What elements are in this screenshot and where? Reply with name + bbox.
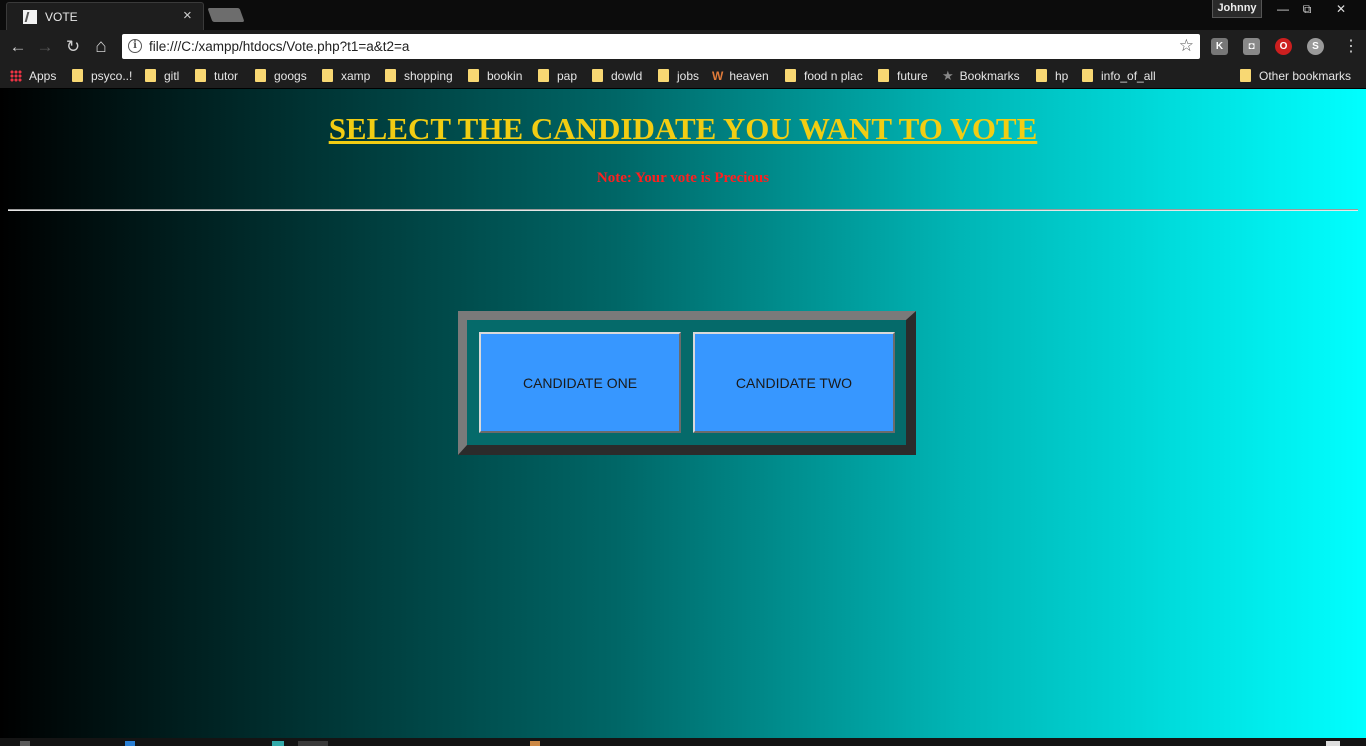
minimize-button[interactable]: — — [1270, 0, 1296, 18]
tab-close-icon[interactable]: × — [183, 7, 192, 25]
bookmark-label: dowld — [611, 69, 643, 83]
menu-icon[interactable]: ⋮ — [1340, 36, 1362, 58]
bookmark-item[interactable]: tutor — [195, 68, 238, 84]
folder-icon — [1036, 69, 1047, 82]
bookmark-label: food n plac — [804, 69, 863, 83]
back-button[interactable]: ← — [7, 36, 29, 58]
bookmark-label: Apps — [29, 69, 57, 83]
bookmark-item[interactable]: Wheaven — [712, 68, 769, 84]
bookmark-item[interactable]: info_of_all — [1082, 68, 1156, 84]
close-window-button[interactable]: ✕ — [1328, 0, 1354, 18]
candidate-one-button[interactable]: CANDIDATE ONE — [479, 332, 681, 433]
bookmark-item[interactable]: jobs — [658, 68, 699, 84]
new-tab-button[interactable] — [207, 8, 245, 22]
folder-icon — [255, 69, 266, 82]
apps-grid-icon — [10, 70, 22, 82]
folder-icon — [878, 69, 889, 82]
bookmark-label: gitl — [164, 69, 180, 83]
start-icon[interactable] — [20, 741, 30, 746]
heaven-favicon-icon: W — [712, 69, 724, 83]
bookmark-item[interactable]: googs — [255, 68, 307, 84]
folder-icon — [658, 69, 669, 82]
bookmark-label: bookin — [487, 69, 523, 83]
bookmark-label: xamp — [341, 69, 371, 83]
folder-icon — [785, 69, 796, 82]
bookmark-label: heaven — [729, 69, 769, 83]
restore-button[interactable]: ⧉ — [1294, 0, 1320, 18]
folder-icon — [538, 69, 549, 82]
browser-titlebar: VOTE × Johnny — ⧉ ✕ — [0, 0, 1366, 30]
horizontal-rule — [8, 209, 1358, 211]
bookmark-label: tutor — [214, 69, 239, 83]
bookmark-item[interactable]: food n plac — [785, 68, 863, 84]
browser-toolbar: ← → ↻ ⌂ i file:///C:/xampp/htdocs/Vote.p… — [0, 30, 1366, 63]
folder-icon — [1082, 69, 1093, 82]
folder-icon — [468, 69, 479, 82]
folder-icon — [145, 69, 156, 82]
reload-button[interactable]: ↻ — [62, 36, 84, 58]
info-icon[interactable]: i — [128, 39, 142, 53]
bookmark-label: psyco..! — [91, 69, 133, 83]
bookmarks-bar: Apps psyco..! gitl tutor googs xamp shop… — [0, 63, 1366, 88]
other-bookmarks[interactable]: Other bookmarks — [1240, 68, 1351, 84]
bookmark-item[interactable]: gitl — [145, 68, 179, 84]
bookmark-item[interactable]: xamp — [322, 68, 370, 84]
camera-extension-icon[interactable]: ◘ — [1243, 38, 1260, 55]
forward-button[interactable]: → — [34, 36, 56, 58]
windows-taskbar — [0, 738, 1366, 746]
tab-title: VOTE — [45, 10, 78, 24]
bookmark-item[interactable]: ★ Bookmarks — [942, 68, 1020, 84]
folder-icon — [72, 69, 83, 82]
bookmark-label: pap — [557, 69, 578, 83]
folder-icon — [385, 69, 396, 82]
candidate-table: CANDIDATE ONE CANDIDATE TWO — [458, 311, 916, 455]
bookmark-item[interactable]: dowld — [592, 68, 642, 84]
taskbar-app-icon[interactable] — [272, 741, 284, 746]
page-favicon-icon — [23, 10, 37, 24]
taskbar-app-icon[interactable] — [530, 741, 540, 746]
skype-extension-icon[interactable]: S — [1307, 38, 1324, 55]
bookmark-label: shopping — [404, 69, 453, 83]
taskbar-active-app[interactable] — [298, 741, 328, 746]
folder-icon — [322, 69, 333, 82]
notification-icon[interactable] — [1326, 741, 1340, 746]
vote-note: Note: Your vote is Precious — [596, 170, 770, 186]
bookmark-star-icon[interactable]: ☆ — [1179, 36, 1194, 56]
folder-icon — [1240, 69, 1251, 82]
bookmark-label: info_of_all — [1101, 69, 1156, 83]
browser-tab[interactable]: VOTE × — [6, 2, 204, 30]
candidate-two-button[interactable]: CANDIDATE TWO — [693, 332, 895, 433]
bookmark-label: jobs — [677, 69, 700, 83]
bookmark-item[interactable]: shopping — [385, 68, 453, 84]
folder-icon — [195, 69, 206, 82]
home-button[interactable]: ⌂ — [90, 36, 112, 58]
extension-k-icon[interactable]: K — [1211, 38, 1228, 55]
bookmark-item[interactable]: bookin — [468, 68, 522, 84]
opera-extension-icon[interactable]: O — [1275, 38, 1292, 55]
profile-button[interactable]: Johnny — [1212, 0, 1262, 18]
taskbar-app-icon[interactable] — [125, 741, 135, 746]
page-title: SELECT THE CANDIDATE YOU WANT TO VOTE — [328, 111, 1038, 146]
bookmark-item[interactable]: psyco..! — [72, 68, 132, 84]
bookmark-item[interactable]: future — [878, 68, 928, 84]
folder-icon — [592, 69, 603, 82]
bookmark-label: googs — [274, 69, 307, 83]
bookmark-item[interactable]: hp — [1036, 68, 1068, 84]
bookmark-label: Other bookmarks — [1259, 69, 1352, 83]
bookmark-label: hp — [1055, 69, 1069, 83]
bookmark-label: Bookmarks — [959, 69, 1020, 83]
bookmark-item[interactable]: pap — [538, 68, 577, 84]
address-bar[interactable]: i file:///C:/xampp/htdocs/Vote.php?t1=a&… — [122, 34, 1200, 59]
url-text[interactable]: file:///C:/xampp/htdocs/Vote.php?t1=a&t2… — [149, 39, 409, 54]
star-icon: ★ — [942, 68, 954, 83]
bookmark-label: future — [897, 69, 928, 83]
bookmark-apps[interactable]: Apps — [10, 68, 56, 84]
page-viewport: SELECT THE CANDIDATE YOU WANT TO VOTE No… — [0, 89, 1366, 738]
